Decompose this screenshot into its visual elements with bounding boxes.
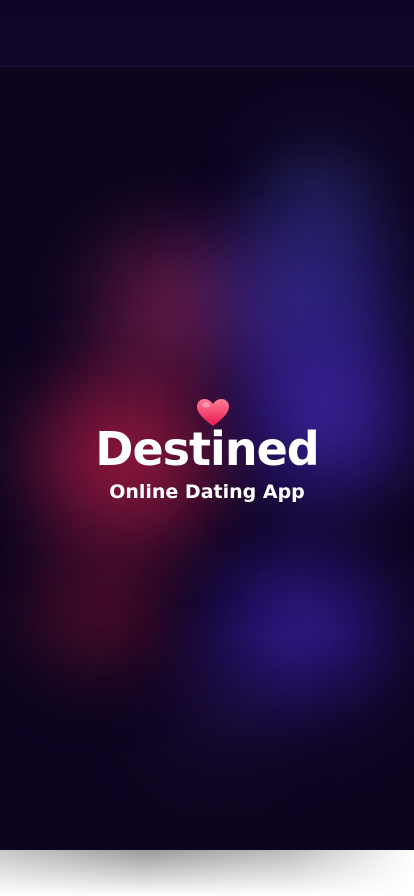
- heart-icon: [197, 399, 229, 426]
- brand-logo: Destined Online Dating App: [0, 398, 414, 504]
- app-name: Destined: [95, 422, 319, 476]
- app-tagline: Online Dating App: [109, 481, 305, 503]
- splash-screen: Destined Online Dating App: [0, 0, 414, 850]
- device-shadow-fade: [0, 850, 414, 896]
